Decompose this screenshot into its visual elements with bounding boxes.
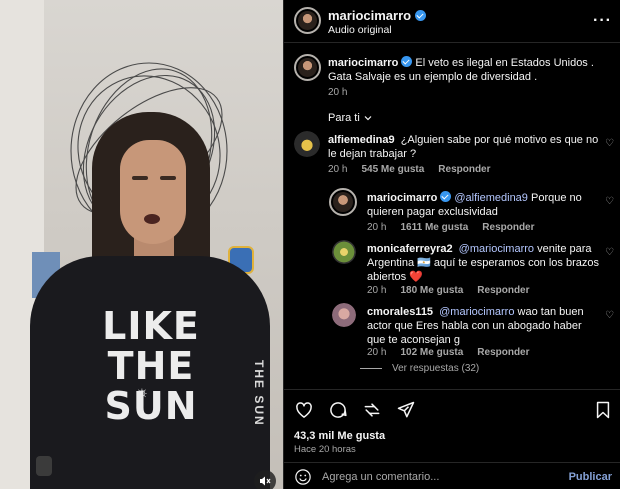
- posted-time: Hace 20 horas: [294, 444, 356, 455]
- speaker-muted-icon: [260, 476, 271, 486]
- reply-likes[interactable]: 1611 Me gusta: [400, 222, 468, 233]
- post-panel: mariocimarro Audio original ··· mariocim…: [283, 0, 620, 489]
- sort-label: Para ti: [328, 112, 360, 124]
- share-icon[interactable]: [362, 400, 382, 420]
- actions-divider: [284, 389, 620, 390]
- person-mouth: [144, 214, 160, 224]
- reply-button[interactable]: Responder: [482, 222, 534, 233]
- reply-heart-icon[interactable]: ♡: [605, 197, 615, 207]
- right-eyebrow: [160, 176, 176, 180]
- reply-username[interactable]: mariocimarro: [367, 192, 437, 204]
- caption-avatar[interactable]: [294, 54, 321, 81]
- person-face: [120, 140, 186, 244]
- left-eyebrow: [132, 176, 148, 180]
- reply-meta: 20 h 180 Me gusta Responder: [367, 285, 530, 296]
- reply-button[interactable]: Responder: [477, 285, 529, 296]
- header-username-text[interactable]: mariocimarro: [328, 8, 411, 23]
- reply-mention[interactable]: @mariocimarro: [439, 306, 514, 318]
- header-divider: [284, 42, 620, 43]
- replies-line: [360, 368, 382, 369]
- reply-time[interactable]: 20 h: [367, 347, 386, 358]
- comment-input[interactable]: [322, 468, 542, 486]
- smiley-icon[interactable]: [294, 468, 312, 486]
- reply-meta: 20 h 1611 Me gusta Responder: [367, 222, 535, 233]
- caption-username[interactable]: mariocimarro: [328, 57, 398, 69]
- bookmark-icon[interactable]: [593, 400, 613, 420]
- reply-button[interactable]: Responder: [438, 164, 490, 175]
- reply-mention[interactable]: @alfiemedina9: [454, 192, 528, 204]
- post-button[interactable]: Publicar: [569, 471, 612, 483]
- more-options-button[interactable]: ···: [593, 12, 612, 30]
- reply-button[interactable]: Responder: [477, 347, 529, 358]
- reel-video[interactable]: LIKE THE SUN ☼ THE SUN: [0, 0, 283, 489]
- verified-icon: [440, 191, 452, 202]
- sort-dropdown[interactable]: Para ti: [328, 112, 372, 124]
- reply-mention[interactable]: @mariocimarro: [459, 243, 534, 255]
- reply-likes[interactable]: 180 Me gusta: [400, 285, 463, 296]
- reply-time[interactable]: 20 h: [367, 222, 386, 233]
- reply-item: mariocimarro @alfiemedina9 Porque no qui…: [367, 191, 597, 219]
- chevron-down-icon: [364, 116, 372, 121]
- reply-time[interactable]: 20 h: [367, 285, 386, 296]
- avatar[interactable]: [294, 7, 321, 34]
- comment-avatar[interactable]: [294, 131, 320, 157]
- caption-time[interactable]: 20 h: [328, 87, 347, 98]
- verified-icon: [401, 56, 413, 67]
- reply-avatar[interactable]: [332, 240, 356, 264]
- heart-icon[interactable]: [294, 400, 314, 420]
- header-username[interactable]: mariocimarro: [328, 8, 427, 23]
- shirt-print: LIKE THE SUN: [102, 304, 200, 428]
- reply-avatar[interactable]: [329, 188, 357, 216]
- sleeve-print: THE SUN: [252, 360, 266, 427]
- comment-item: alfiemedina9 ¿Alguien sabe por qué motiv…: [328, 133, 600, 161]
- view-replies-button[interactable]: Ver respuestas (32): [360, 363, 479, 374]
- comment-icon[interactable]: [328, 400, 348, 420]
- likes-count[interactable]: 43,3 mil Me gusta: [294, 430, 385, 442]
- comment-username[interactable]: alfiemedina9: [328, 134, 395, 146]
- sun-icon: ☼: [134, 384, 150, 401]
- reply-meta: 20 h 102 Me gusta Responder: [367, 347, 530, 358]
- reply-heart-icon[interactable]: ♡: [605, 248, 615, 258]
- comment-composer: Publicar: [284, 462, 620, 489]
- mute-button[interactable]: [254, 470, 276, 489]
- reply-username[interactable]: cmorales115: [367, 306, 433, 318]
- action-bar: [294, 400, 416, 420]
- caption: mariocimarro El veto es ilegal en Estado…: [328, 56, 608, 84]
- more-horizontal-icon: ···: [593, 12, 612, 29]
- reply-heart-icon[interactable]: ♡: [605, 311, 615, 321]
- comment-time[interactable]: 20 h: [328, 164, 347, 175]
- reply-item: cmorales115 @mariocimarro wao tan buen a…: [367, 305, 599, 347]
- wristwatch: [36, 456, 52, 476]
- comment-likes[interactable]: 545 Me gusta: [361, 164, 424, 175]
- reply-item: monicaferreyra2 @mariocimarro venite par…: [367, 242, 599, 284]
- caption-meta: 20 h: [328, 87, 347, 98]
- reply-likes[interactable]: 102 Me gusta: [400, 347, 463, 358]
- audio-label[interactable]: Audio original: [328, 24, 392, 36]
- view-replies-label: Ver respuestas (32): [392, 363, 480, 374]
- comment-meta: 20 h 545 Me gusta Responder: [328, 164, 491, 175]
- comment-heart-icon[interactable]: ♡: [605, 139, 615, 149]
- verified-icon: [415, 10, 427, 21]
- send-icon[interactable]: [396, 400, 416, 420]
- reply-username[interactable]: monicaferreyra2: [367, 243, 453, 255]
- reply-avatar[interactable]: [332, 303, 356, 327]
